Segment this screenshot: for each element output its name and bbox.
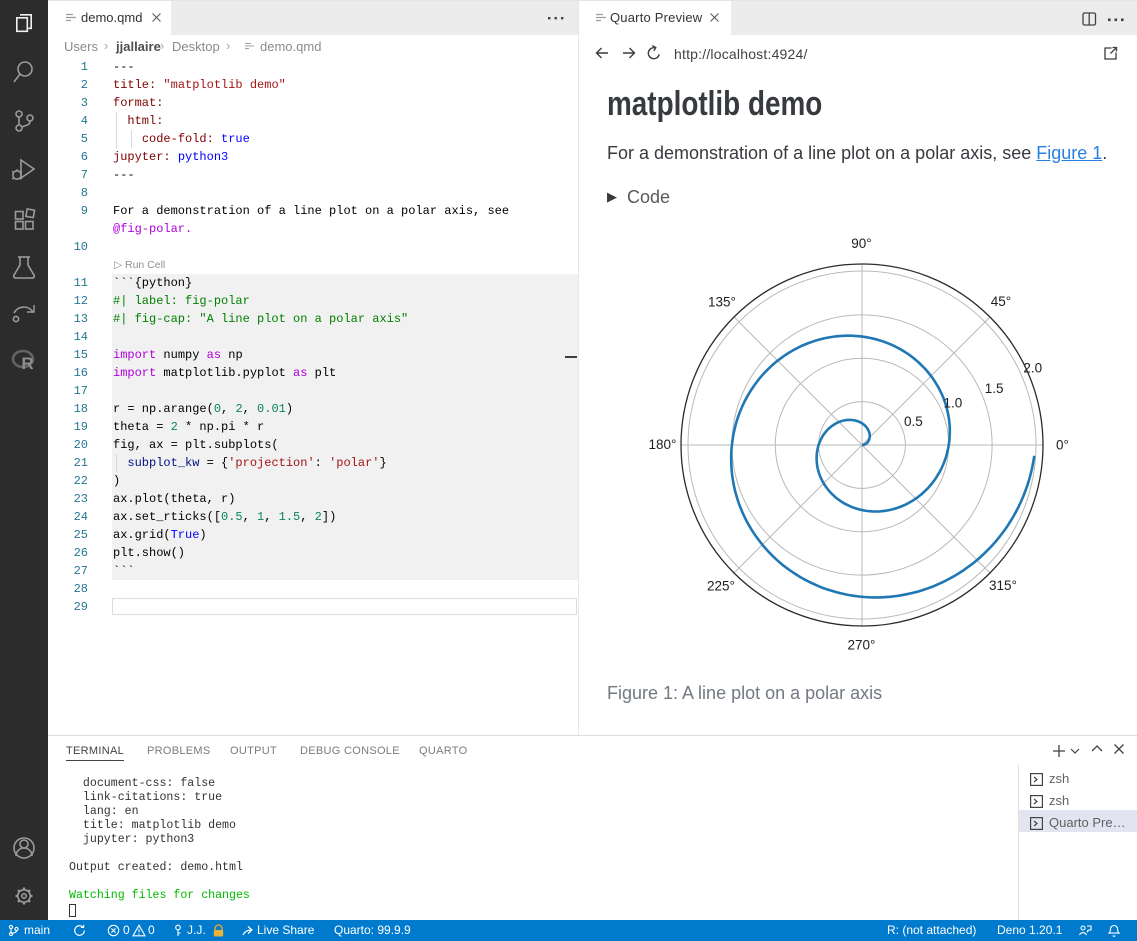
svg-text:180°: 180°	[649, 437, 677, 452]
svg-text:0°: 0°	[1056, 438, 1069, 453]
svg-text:R: R	[21, 354, 33, 373]
svg-text:1.5: 1.5	[985, 381, 1004, 396]
svg-text:0.5: 0.5	[904, 414, 923, 429]
svg-text:1.0: 1.0	[944, 396, 963, 411]
svg-text:315°: 315°	[989, 578, 1017, 593]
svg-text:90°: 90°	[851, 236, 871, 251]
svg-text:2.0: 2.0	[1023, 360, 1042, 375]
svg-text:225°: 225°	[707, 579, 735, 594]
svg-text:45°: 45°	[991, 294, 1011, 309]
svg-text:135°: 135°	[708, 295, 736, 310]
svg-text:270°: 270°	[848, 638, 876, 653]
